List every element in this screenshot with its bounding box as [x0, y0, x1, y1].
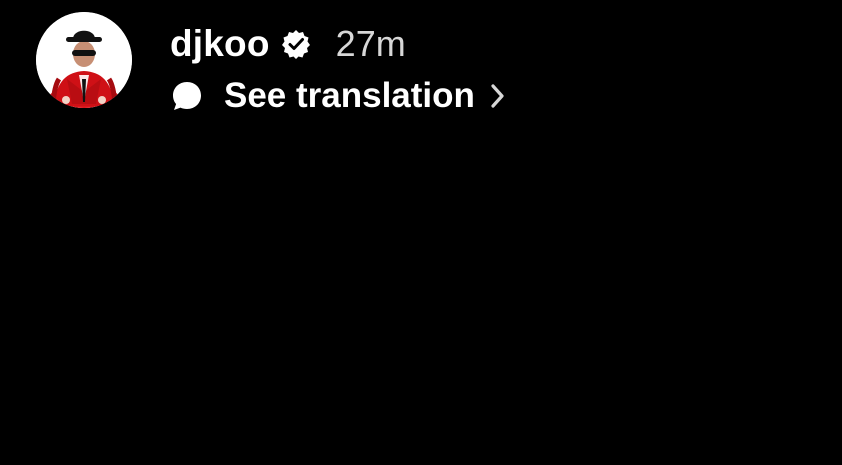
post-timestamp: 27m: [335, 23, 406, 64]
see-translation-label[interactable]: See translation: [224, 72, 475, 120]
speech-bubble-icon: [170, 79, 204, 113]
post-header: djkoo 27m See translation: [36, 12, 796, 115]
chevron-right-icon[interactable]: [489, 82, 507, 110]
post-meta-row: djkoo 27m: [170, 20, 406, 68]
username[interactable]: djkoo: [170, 20, 270, 68]
avatar[interactable]: [36, 12, 132, 108]
see-translation-button[interactable]: See translation: [170, 72, 507, 120]
verified-badge-icon: [280, 28, 312, 60]
